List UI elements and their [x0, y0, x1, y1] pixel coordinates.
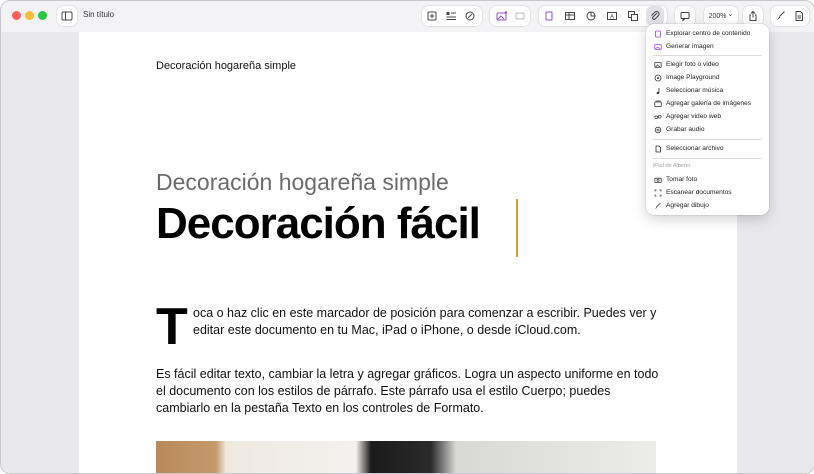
menu-separator [653, 139, 762, 140]
playground-icon [654, 74, 661, 81]
insert-button[interactable] [541, 6, 557, 26]
menu-separator [653, 55, 762, 56]
menu-item-explore-content[interactable]: Explorar centro de contenido [653, 28, 750, 39]
paperclip-icon [651, 11, 660, 20]
document-title[interactable]: Decoración fácil [156, 199, 481, 249]
document-subtitle[interactable]: Decoración hogareña simple [156, 169, 449, 196]
table-icon [565, 12, 575, 20]
menu-item-label: Elegir foto o video [666, 61, 719, 68]
menu-item-label: Seleccionar archivo [666, 145, 724, 152]
gallery-icon [653, 100, 662, 107]
zoom-value: 200% [709, 12, 734, 20]
document-button[interactable] [791, 6, 807, 26]
share-icon [749, 10, 757, 21]
insert-icon [545, 11, 553, 21]
menu-item-label: Agregar video web [666, 113, 721, 120]
drop-cap[interactable]: T [156, 301, 188, 353]
close-window-button[interactable] [12, 11, 21, 20]
text-style-icon [446, 12, 456, 20]
writing-tools-button[interactable] [462, 6, 478, 26]
shape-button[interactable] [625, 6, 641, 26]
page-header[interactable]: Decoración hogareña simple [156, 60, 296, 72]
table-button[interactable] [562, 6, 578, 26]
document-page[interactable]: Decoración hogareña simple Decoración ho… [79, 32, 737, 473]
document-icon [795, 11, 803, 21]
menu-item-label: Agregar dibujo [666, 202, 709, 209]
photo-icon [653, 61, 662, 68]
media-insert-button[interactable] [646, 6, 664, 26]
scan-icon [654, 189, 661, 196]
share-button[interactable] [743, 6, 763, 26]
content-hub-icon [654, 30, 661, 37]
paintbrush-icon [777, 11, 785, 20]
menu-item-add-web-video[interactable]: Agregar video web [653, 111, 721, 122]
media-button[interactable] [512, 6, 528, 26]
menu-item-add-drawing[interactable]: Agregar dibujo [653, 200, 709, 211]
menu-item-choose-photo[interactable]: Elegir foto o video [653, 59, 719, 70]
image-playground-button[interactable] [493, 6, 510, 26]
menu-item-label: Explorar centro de contenido [666, 30, 751, 37]
menu-item-label: Escanear documentos [666, 189, 732, 196]
shape-icon [628, 11, 638, 21]
menu-item-take-photo[interactable]: Tomar foto [653, 174, 697, 185]
app-window: Sin título A 200% ⌄ Decoración hogareña … [0, 0, 814, 474]
text-cursor [516, 199, 518, 257]
menu-item-scan-documents[interactable]: Escanear documentos [653, 187, 732, 198]
writing-tools-icon [465, 11, 475, 21]
chart-icon [586, 11, 596, 21]
text-style-button[interactable] [443, 6, 459, 26]
format-button[interactable] [773, 6, 789, 26]
menu-item-select-music[interactable]: Seleccionar música [653, 85, 723, 96]
camera-icon [653, 177, 662, 183]
text-box-icon: A [607, 12, 617, 20]
comment-button[interactable] [675, 6, 695, 26]
menu-item-label: Generar imagen [666, 43, 714, 50]
zoom-select[interactable]: 200% [704, 6, 738, 26]
menu-item-add-gallery[interactable]: Agregar galería de imágenes [653, 98, 751, 109]
image-playground-icon [496, 11, 507, 21]
body-paragraph-2[interactable]: Es fácil editar texto, cambiar la letra … [156, 366, 666, 417]
menu-item-label: Image Playground [666, 74, 720, 81]
menu-item-generate-image[interactable]: Generar imagen [653, 41, 714, 52]
file-icon [655, 145, 661, 152]
music-icon [656, 87, 659, 94]
placeholder-image[interactable] [156, 441, 656, 473]
drawing-icon [654, 202, 661, 209]
web-video-icon [653, 114, 662, 119]
audio-icon [654, 126, 661, 133]
menu-item-image-playground[interactable]: Image Playground [653, 72, 720, 83]
window-title: Sin título [83, 10, 115, 19]
menu-item-label: Tomar foto [666, 176, 698, 183]
sidebar-icon [61, 11, 73, 21]
menu-section-label: iPad de Alberto [653, 163, 691, 169]
minimize-window-button[interactable] [25, 11, 34, 20]
comment-icon [680, 12, 690, 22]
menu-item-label: Grabar audio [666, 126, 705, 133]
add-page-icon [427, 11, 437, 21]
sidebar-toggle-button[interactable] [57, 6, 77, 26]
menu-item-record-audio[interactable]: Grabar audio [653, 124, 705, 135]
media-icon [515, 12, 525, 20]
media-insert-menu: Explorar centro de contenido Generar ima… [646, 24, 769, 215]
zoom-window-button[interactable] [38, 11, 47, 20]
svg-text:A: A [610, 14, 614, 20]
menu-separator [653, 158, 762, 159]
body-paragraph-1[interactable]: oca o haz clic en este marcador de posic… [193, 305, 663, 339]
text-box-button[interactable]: A [604, 6, 620, 26]
image-gen-icon [653, 43, 662, 50]
menu-item-select-file[interactable]: Seleccionar archivo [653, 143, 724, 154]
chart-button[interactable] [583, 6, 599, 26]
menu-item-label: Seleccionar música [666, 87, 724, 94]
menu-item-label: Agregar galería de imágenes [666, 100, 752, 107]
add-page-button[interactable] [424, 6, 440, 26]
